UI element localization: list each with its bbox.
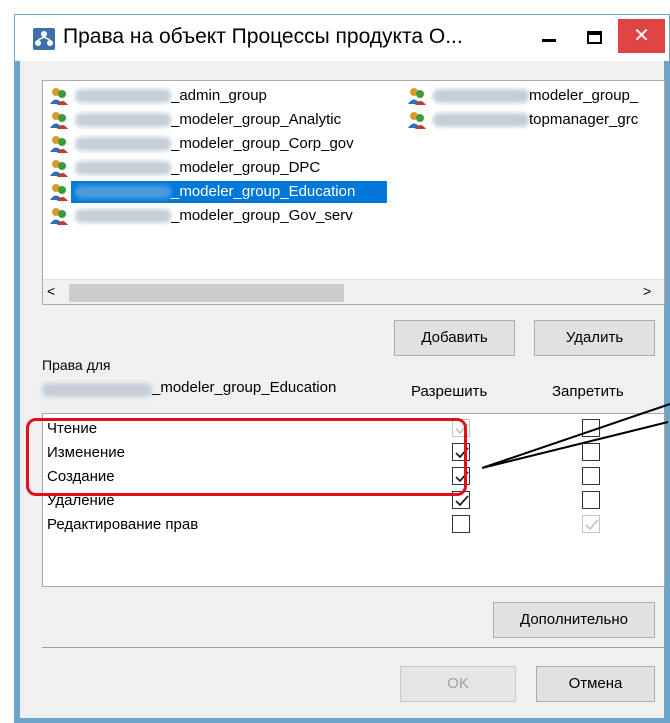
allow-checkbox[interactable] [452, 515, 470, 533]
group-item[interactable]: topmanager_grc [407, 109, 664, 131]
user-group-icon [50, 208, 68, 225]
user-group-icon [408, 88, 426, 105]
scroll-left-arrow[interactable]: < [47, 283, 55, 299]
group-item-label: _modeler_group_DPC [171, 159, 321, 176]
annotation-highlight [26, 418, 467, 496]
user-group-icon [50, 88, 68, 105]
title-bar: Права на объект Процессы продукта О... ✕ [15, 15, 669, 61]
group-item[interactable]: modeler_group_ [407, 85, 664, 107]
group-item-label: _modeler_group_Corp_gov [171, 135, 354, 152]
group-item[interactable]: _modeler_group_Corp_gov [49, 133, 389, 155]
maximize-button[interactable] [587, 31, 602, 44]
user-group-icon [50, 112, 68, 129]
ok-button[interactable]: OK [400, 666, 516, 702]
horizontal-scrollbar[interactable]: < > [43, 279, 664, 304]
users-network-icon [33, 28, 55, 50]
group-list[interactable]: _admin_group _modeler_group_Analytic _mode… [42, 80, 665, 305]
window-title: Права на объект Процессы продукта О... [63, 25, 463, 48]
group-item-label: _modeler_group_Gov_serv [171, 207, 353, 224]
permission-label: Редактирование прав [47, 516, 199, 533]
cancel-button[interactable]: Отмена [536, 666, 655, 702]
annotation-pointer [481, 403, 670, 469]
scroll-right-arrow[interactable]: > [643, 283, 651, 299]
group-item[interactable]: _modeler_group_Gov_serv [49, 205, 389, 227]
close-button[interactable]: ✕ [618, 19, 665, 53]
group-item[interactable]: _modeler_group_Analytic [49, 109, 389, 131]
minimize-button[interactable] [542, 39, 556, 42]
user-group-icon [408, 112, 426, 129]
group-item[interactable]: _admin_group [49, 85, 389, 107]
group-item-label: _modeler_group_Education [171, 183, 356, 200]
group-item-label: topmanager_grc [529, 111, 639, 128]
group-item[interactable]: _modeler_group_DPC [49, 157, 389, 179]
group-item[interactable]: _modeler_group_Education [49, 181, 389, 203]
group-item-label: _admin_group [171, 87, 267, 104]
user-group-icon [50, 184, 68, 201]
rights-for-label: Права для [42, 357, 111, 373]
group-item-label: _modeler_group_Analytic [171, 111, 342, 128]
deny-checkbox[interactable] [582, 515, 600, 533]
user-group-icon [50, 136, 68, 153]
divider [42, 647, 665, 648]
advanced-button[interactable]: Дополнительно [493, 602, 655, 638]
user-group-icon [50, 160, 68, 177]
rights-group-name: _modeler_group_Education [42, 379, 362, 397]
scroll-thumb[interactable] [69, 284, 344, 302]
group-item-label: modeler_group_ [529, 87, 639, 104]
